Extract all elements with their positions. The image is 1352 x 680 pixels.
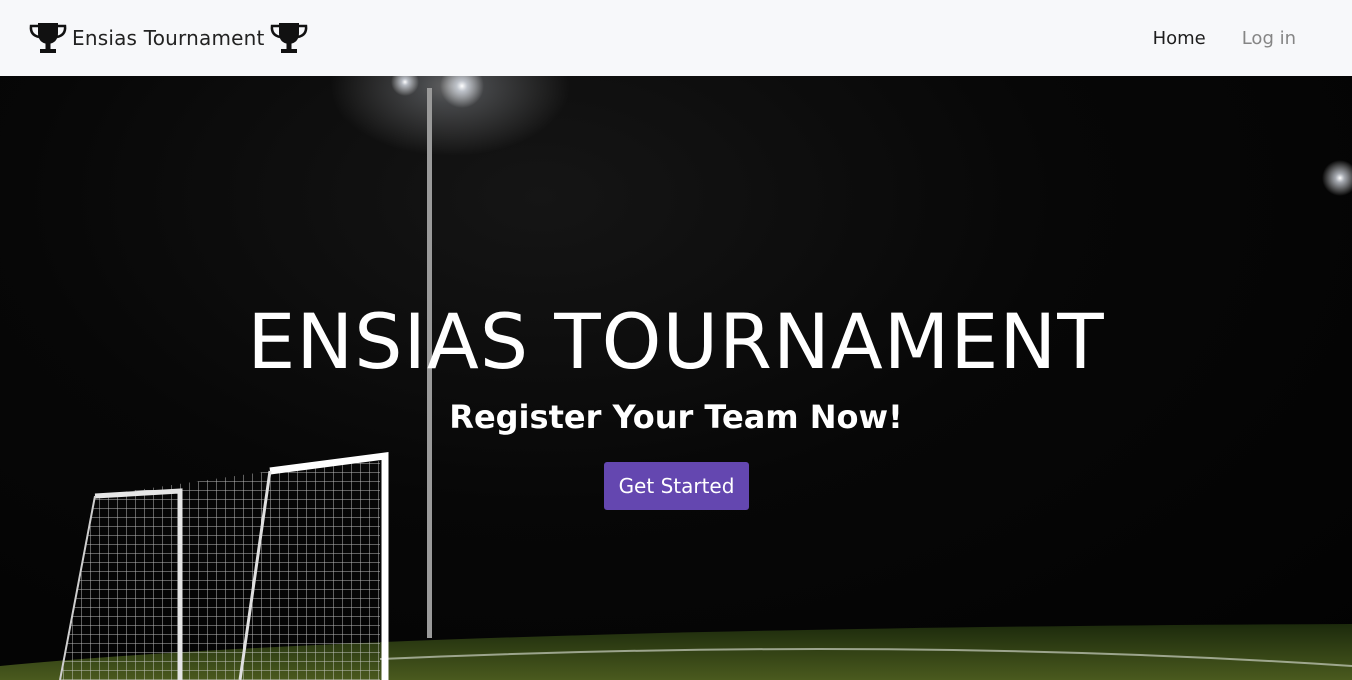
navbar: Ensias Tournament Home Log in — [0, 0, 1352, 76]
nav-link-home[interactable]: Home — [1153, 28, 1206, 49]
hero-title: ENSIAS TOURNAMENT — [247, 297, 1105, 386]
brand-text: Ensias Tournament — [72, 26, 265, 50]
hero-subtitle: Register Your Team Now! — [449, 398, 903, 436]
trophy-icon — [269, 21, 309, 55]
nav-link-login[interactable]: Log in — [1242, 28, 1296, 49]
hero-content: ENSIAS TOURNAMENT Register Your Team Now… — [0, 76, 1352, 680]
hero-banner: ENSIAS TOURNAMENT Register Your Team Now… — [0, 76, 1352, 680]
nav-links: Home Log in — [1153, 28, 1296, 49]
trophy-icon — [28, 21, 68, 55]
brand-link[interactable]: Ensias Tournament — [28, 21, 309, 55]
get-started-button[interactable]: Get Started — [604, 462, 749, 510]
